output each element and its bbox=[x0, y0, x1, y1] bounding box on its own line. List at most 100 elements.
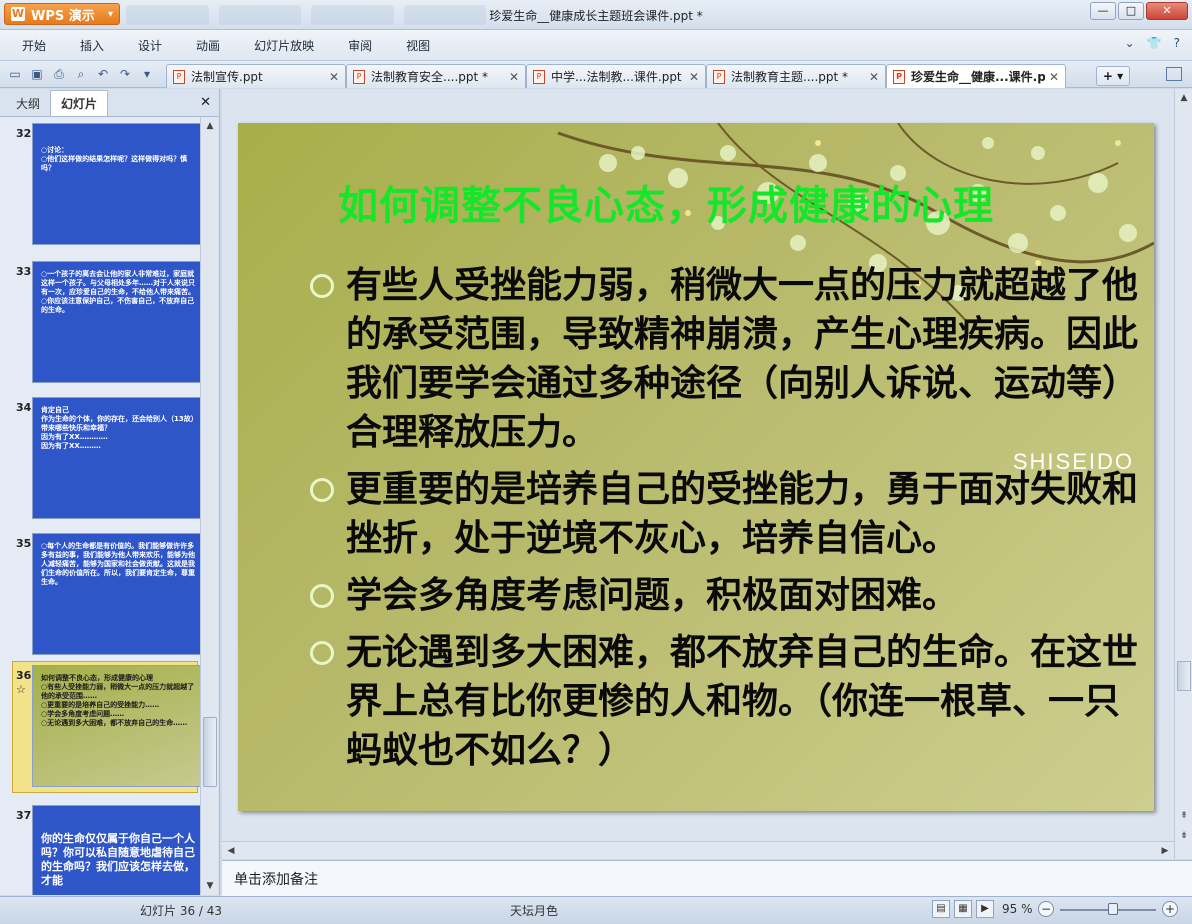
slide-preview: ○每个人的生命都是有价值的。我们能够做许许多多有益的事，我们能够为他人带来欢乐，… bbox=[32, 533, 200, 655]
ppt-file-icon: P bbox=[533, 69, 545, 84]
redo-icon[interactable]: ↷ bbox=[116, 65, 134, 83]
scroll-thumb[interactable] bbox=[1177, 661, 1191, 691]
thumbnail-scrollbar[interactable]: ▲ ▼ bbox=[200, 117, 218, 895]
doc-tab[interactable]: P 法制教育主题....ppt * ✕ bbox=[706, 64, 886, 88]
theme-name: 天坛月色 bbox=[510, 904, 559, 918]
bullet-item: 无论遇到多大困难，都不放弃自己的生命。在这世界上总有比你更惨的人和物。（你连一根… bbox=[310, 628, 1150, 775]
slide-number: 37 bbox=[16, 809, 32, 822]
slide-sorter-icon[interactable]: ▦ bbox=[954, 900, 972, 918]
bullet-item: 有些人受挫能力弱，稍微大一点的压力就超越了他的承受范围，导致精神崩溃，产生心理疾… bbox=[310, 261, 1150, 457]
close-icon[interactable]: ✕ bbox=[329, 70, 339, 84]
bullet-circle-icon bbox=[310, 641, 334, 665]
skin-icon[interactable]: 👕 bbox=[1147, 36, 1162, 50]
doc-tab[interactable]: P 中学...法制教...课件.ppt ✕ bbox=[526, 64, 706, 88]
thumbnail-list: 32 ○讨论： ○他们这样做的结果怎样呢？这样做得对吗？慎吗？ 33 ○一个孩子… bbox=[0, 117, 200, 895]
open-folder-icon[interactable]: ▭ bbox=[6, 65, 24, 83]
notes-pane[interactable]: 单击添加备注 bbox=[222, 860, 1192, 896]
menu-review[interactable]: 审阅 bbox=[348, 37, 372, 54]
chevron-down-icon[interactable]: ⌄ bbox=[1125, 36, 1135, 50]
view-buttons: ▤ ▦ ▶ bbox=[932, 900, 994, 918]
scroll-down-icon[interactable]: ▼ bbox=[203, 879, 217, 893]
bullet-circle-icon bbox=[310, 478, 334, 502]
editor-horizontal-scrollbar[interactable]: ◀ ▶ bbox=[222, 841, 1174, 859]
close-icon[interactable]: ✕ bbox=[1146, 2, 1188, 20]
previous-slide-icon[interactable]: ⇞ bbox=[1177, 809, 1191, 823]
close-icon[interactable]: ✕ bbox=[509, 70, 519, 84]
close-icon[interactable]: ✕ bbox=[869, 70, 879, 84]
scroll-right-icon[interactable]: ▶ bbox=[1158, 844, 1172, 858]
print-icon[interactable]: ⎙ bbox=[50, 65, 68, 83]
menu-view[interactable]: 视图 bbox=[406, 37, 430, 54]
tab-slides[interactable]: 幻灯片 bbox=[50, 90, 109, 116]
zoom-out-icon[interactable]: − bbox=[1038, 901, 1054, 917]
window-controls: — □ ✕ bbox=[1090, 2, 1188, 20]
current-slide[interactable]: 如何调整不良心态，形成健康的心理 SHISEIDO 有些人受挫能力弱，稍微大一点… bbox=[238, 123, 1154, 811]
slide-preview: 如何调整不良心态，形成健康的心理 ○有些人受挫能力弱，稍微大一点的压力就超越了他… bbox=[32, 665, 200, 787]
slide-preview: ○讨论： ○他们这样做的结果怎样呢？这样做得对吗？慎吗？ bbox=[32, 123, 200, 245]
new-tab-button[interactable]: + ▾ bbox=[1096, 66, 1130, 86]
undo-icon[interactable]: ↶ bbox=[94, 65, 112, 83]
bullet-list[interactable]: 有些人受挫能力弱，稍微大一点的压力就超越了他的承受范围，导致精神崩溃，产生心理疾… bbox=[310, 261, 1150, 783]
slide-number: 34 bbox=[16, 401, 32, 414]
menu-slideshow[interactable]: 幻灯片放映 bbox=[254, 37, 314, 54]
close-icon[interactable]: ✕ bbox=[689, 70, 699, 84]
slide-number: 36 bbox=[16, 669, 32, 682]
save-icon[interactable]: ▣ bbox=[28, 65, 46, 83]
close-icon[interactable]: ✕ bbox=[200, 95, 211, 110]
bullet-item: 更重要的是培养自己的受挫能力，勇于面对失败和挫折，处于逆境不灰心，培养自信心。 bbox=[310, 465, 1150, 563]
panel-tabs: 大纲 幻灯片 ✕ bbox=[0, 89, 219, 117]
quick-access-buttons: ▭ ▣ ⎙ ⌕ ↶ ↷ ▾ bbox=[6, 65, 156, 83]
normal-view-icon[interactable]: ▤ bbox=[932, 900, 950, 918]
doc-tab-active[interactable]: P 珍爱生命__健康...课件.ppt * ✕ bbox=[886, 64, 1066, 88]
editor-vertical-scrollbar[interactable]: ▲ ⇞ ⇟ bbox=[1174, 89, 1192, 859]
slide-title[interactable]: 如何调整不良心态，形成健康的心理 bbox=[338, 173, 994, 231]
bullet-item: 学会多角度考虑问题，积极面对困难。 bbox=[310, 571, 1150, 620]
slide-number: 33 bbox=[16, 265, 32, 278]
menu-animation[interactable]: 动画 bbox=[196, 37, 220, 54]
bullet-text: 有些人受挫能力弱，稍微大一点的压力就超越了他的承受范围，导致精神崩溃，产生心理疾… bbox=[346, 265, 1139, 453]
zoom-knob[interactable] bbox=[1107, 903, 1118, 915]
slide-editor: 如何调整不良心态，形成健康的心理 SHISEIDO 有些人受挫能力弱，稍微大一点… bbox=[222, 89, 1174, 841]
bullet-text: 更重要的是培养自己的受挫能力，勇于面对失败和挫折，处于逆境不灰心，培养自信心。 bbox=[346, 469, 1139, 559]
ppt-file-icon: P bbox=[893, 69, 905, 84]
ppt-file-icon: P bbox=[173, 69, 185, 84]
doc-tab[interactable]: P 法制宣传.ppt ✕ bbox=[166, 64, 346, 88]
zoom-level[interactable]: 95 % bbox=[1002, 902, 1033, 916]
doc-tab-label: 法制教育主题....ppt * bbox=[731, 70, 849, 84]
document-tabs: P 法制宣传.ppt ✕ P 法制教育安全....ppt * ✕ P 中学...… bbox=[166, 64, 1066, 88]
doc-tab[interactable]: P 法制教育安全....ppt * ✕ bbox=[346, 64, 526, 88]
customize-icon[interactable]: ▾ bbox=[138, 65, 156, 83]
window-layout-icon[interactable] bbox=[1166, 67, 1182, 81]
menu-bar: 开始 插入 设计 动画 幻灯片放映 审阅 视图 ⌄ 👕 ? bbox=[0, 30, 1192, 60]
scroll-up-icon[interactable]: ▲ bbox=[1177, 91, 1191, 105]
quick-access-toolbar: ▭ ▣ ⎙ ⌕ ↶ ↷ ▾ P 法制宣传.ppt ✕ P 法制教育安全....p… bbox=[0, 60, 1192, 88]
print-preview-icon[interactable]: ⌕ bbox=[72, 65, 90, 83]
menu-design[interactable]: 设计 bbox=[138, 37, 162, 54]
slides-panel: 大纲 幻灯片 ✕ 32 ○讨论： ○他们这样做的结果怎样呢？这样做得对吗？慎吗？… bbox=[0, 89, 220, 895]
minimize-icon[interactable]: — bbox=[1090, 2, 1116, 20]
scroll-thumb[interactable] bbox=[203, 717, 217, 787]
slide-preview: 你的生命仅仅属于你自己一个人吗？你可以私自随意地虐待自己的生命吗？我们应该怎样去… bbox=[32, 805, 200, 895]
menu-right-tools: ⌄ 👕 ? bbox=[1125, 36, 1180, 50]
close-icon[interactable]: ✕ bbox=[1049, 70, 1059, 84]
zoom-in-icon[interactable]: + bbox=[1162, 901, 1178, 917]
ppt-file-icon: P bbox=[353, 69, 365, 84]
scroll-up-icon[interactable]: ▲ bbox=[203, 119, 217, 133]
bullet-circle-icon bbox=[310, 584, 334, 608]
bullet-text: 无论遇到多大困难，都不放弃自己的生命。在这世界上总有比你更惨的人和物。（你连一根… bbox=[346, 632, 1139, 771]
menu-insert[interactable]: 插入 bbox=[80, 37, 104, 54]
doc-tab-label: 珍爱生命__健康...课件.ppt * bbox=[911, 70, 1045, 84]
slide-number: 32 bbox=[16, 127, 32, 140]
help-icon[interactable]: ? bbox=[1174, 36, 1180, 50]
bullet-text: 学会多角度考虑问题，积极面对困难。 bbox=[346, 575, 959, 616]
star-icon: ☆ bbox=[16, 683, 26, 696]
scroll-left-icon[interactable]: ◀ bbox=[224, 844, 238, 858]
next-slide-icon[interactable]: ⇟ bbox=[1177, 829, 1191, 843]
tab-outline[interactable]: 大纲 bbox=[6, 91, 50, 116]
maximize-icon[interactable]: □ bbox=[1118, 2, 1144, 20]
doc-tab-label: 法制教育安全....ppt * bbox=[371, 70, 489, 84]
slide-number: 35 bbox=[16, 537, 32, 550]
menu-home[interactable]: 开始 bbox=[22, 37, 46, 54]
zoom-slider[interactable]: − + bbox=[1038, 901, 1178, 919]
slideshow-icon[interactable]: ▶ bbox=[976, 900, 994, 918]
